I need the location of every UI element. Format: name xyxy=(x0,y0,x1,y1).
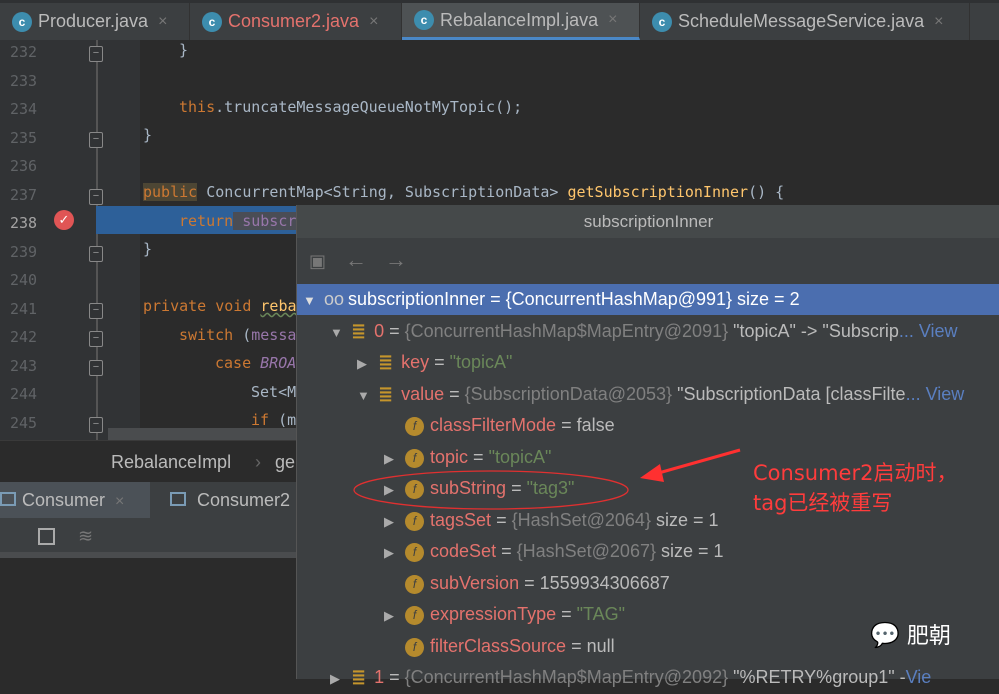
annotation-overlay xyxy=(353,448,741,510)
annotation-text: tag已经被重写 xyxy=(753,491,893,515)
annotation-arrow-head xyxy=(640,464,664,482)
highlight-ellipse xyxy=(353,470,629,510)
wechat-icon: 💬 xyxy=(870,621,900,649)
annotation-arrow-line xyxy=(654,448,741,476)
annotation-text: Consumer2启动时， xyxy=(753,461,958,485)
watermark: 💬 肥朝 xyxy=(870,621,951,649)
